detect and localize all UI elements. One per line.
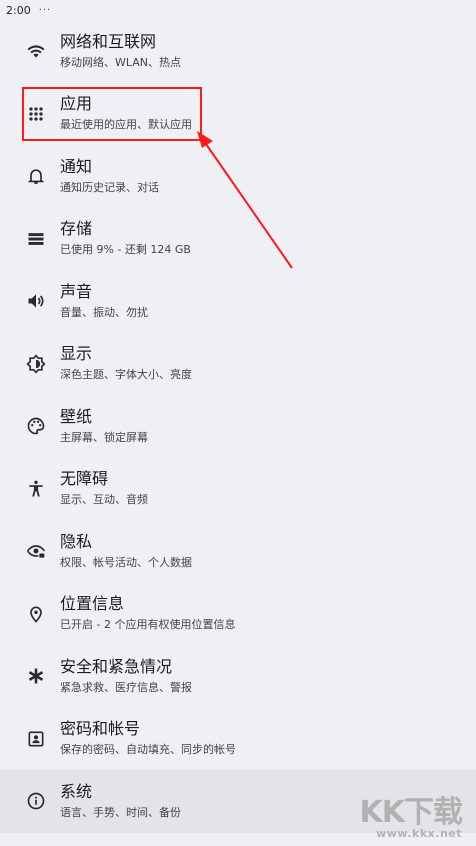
settings-item-location[interactable]: 位置信息 已开启 - 2 个应用有权使用位置信息: [0, 583, 476, 646]
settings-item-subtitle: 主屏幕、锁定屏幕: [60, 430, 148, 444]
settings-item-privacy[interactable]: 隐私 权限、帐号活动、个人数据: [0, 520, 476, 583]
settings-item-subtitle: 已使用 9% - 还剩 124 GB: [60, 243, 191, 257]
status-bar: 2:00 ···: [0, 0, 476, 20]
settings-item-subtitle: 通知历史记录、对话: [60, 180, 159, 194]
settings-item-sound[interactable]: 声音 音量、振动、勿扰: [0, 270, 476, 333]
settings-item-passwords[interactable]: 密码和帐号 保存的密码、自动填充、同步的帐号: [0, 708, 476, 771]
settings-item-safety[interactable]: 安全和紧急情况 紧急求救、医疗信息、警报: [0, 645, 476, 708]
settings-list: 网络和互联网 移动网络、WLAN、热点 应用 最近使用的应用、默认应用 通知 通…: [0, 20, 476, 833]
settings-item-notifications[interactable]: 通知 通知历史记录、对话: [0, 145, 476, 208]
annotation-highlight-box: [22, 87, 202, 141]
settings-item-network[interactable]: 网络和互联网 移动网络、WLAN、热点: [0, 20, 476, 83]
settings-item-storage[interactable]: 存储 已使用 9% - 还剩 124 GB: [0, 208, 476, 271]
wifi-icon: [22, 37, 50, 65]
settings-item-title: 位置信息: [60, 594, 125, 614]
info-icon: [22, 787, 50, 815]
settings-item-subtitle: 权限、帐号活动、个人数据: [60, 555, 192, 569]
volume-icon: [22, 287, 50, 315]
settings-item-title: 网络和互联网: [60, 31, 157, 51]
settings-item-accessibility[interactable]: 无障碍 显示、互动、音频: [0, 458, 476, 521]
settings-item-wallpaper[interactable]: 壁纸 主屏幕、锁定屏幕: [0, 395, 476, 458]
status-more-icon: ···: [38, 4, 52, 16]
location-pin-icon: [22, 600, 50, 628]
brightness-icon: [22, 350, 50, 378]
settings-item-title: 系统: [60, 781, 93, 801]
settings-item-title: 显示: [60, 344, 93, 364]
emergency-asterisk-icon: [22, 662, 50, 690]
settings-item-title: 隐私: [60, 531, 93, 551]
settings-item-subtitle: 保存的密码、自动填充、同步的帐号: [60, 743, 236, 757]
privacy-eye-icon: [22, 537, 50, 565]
settings-item-subtitle: 移动网络、WLAN、热点: [60, 55, 182, 69]
storage-icon: [22, 225, 50, 253]
settings-item-title: 存储: [60, 219, 93, 239]
settings-item-display[interactable]: 显示 深色主题、字体大小、亮度: [0, 333, 476, 396]
settings-item-title: 通知: [60, 156, 93, 176]
settings-item-title: 无障碍: [60, 469, 109, 489]
settings-item-subtitle: 深色主题、字体大小、亮度: [60, 368, 192, 382]
settings-item-subtitle: 已开启 - 2 个应用有权使用位置信息: [60, 618, 236, 632]
status-time: 2:00: [6, 3, 31, 17]
watermark: KK下载 www.kkx.net: [360, 787, 463, 840]
settings-item-subtitle: 音量、振动、勿扰: [60, 305, 148, 319]
settings-item-subtitle: 语言、手势、时间、备份: [60, 805, 181, 819]
accessibility-icon: [22, 475, 50, 503]
settings-item-title: 壁纸: [60, 406, 93, 426]
settings-item-title: 声音: [60, 281, 93, 301]
bell-icon: [22, 162, 50, 190]
settings-item-subtitle: 紧急求救、医疗信息、警报: [60, 680, 192, 694]
settings-item-subtitle: 显示、互动、音频: [60, 493, 148, 507]
palette-icon: [22, 412, 50, 440]
watermark-logo: KK下载: [359, 795, 463, 830]
settings-item-title: 密码和帐号: [60, 719, 141, 739]
settings-item-title: 安全和紧急情况: [60, 656, 173, 676]
account-box-icon: [22, 725, 50, 753]
